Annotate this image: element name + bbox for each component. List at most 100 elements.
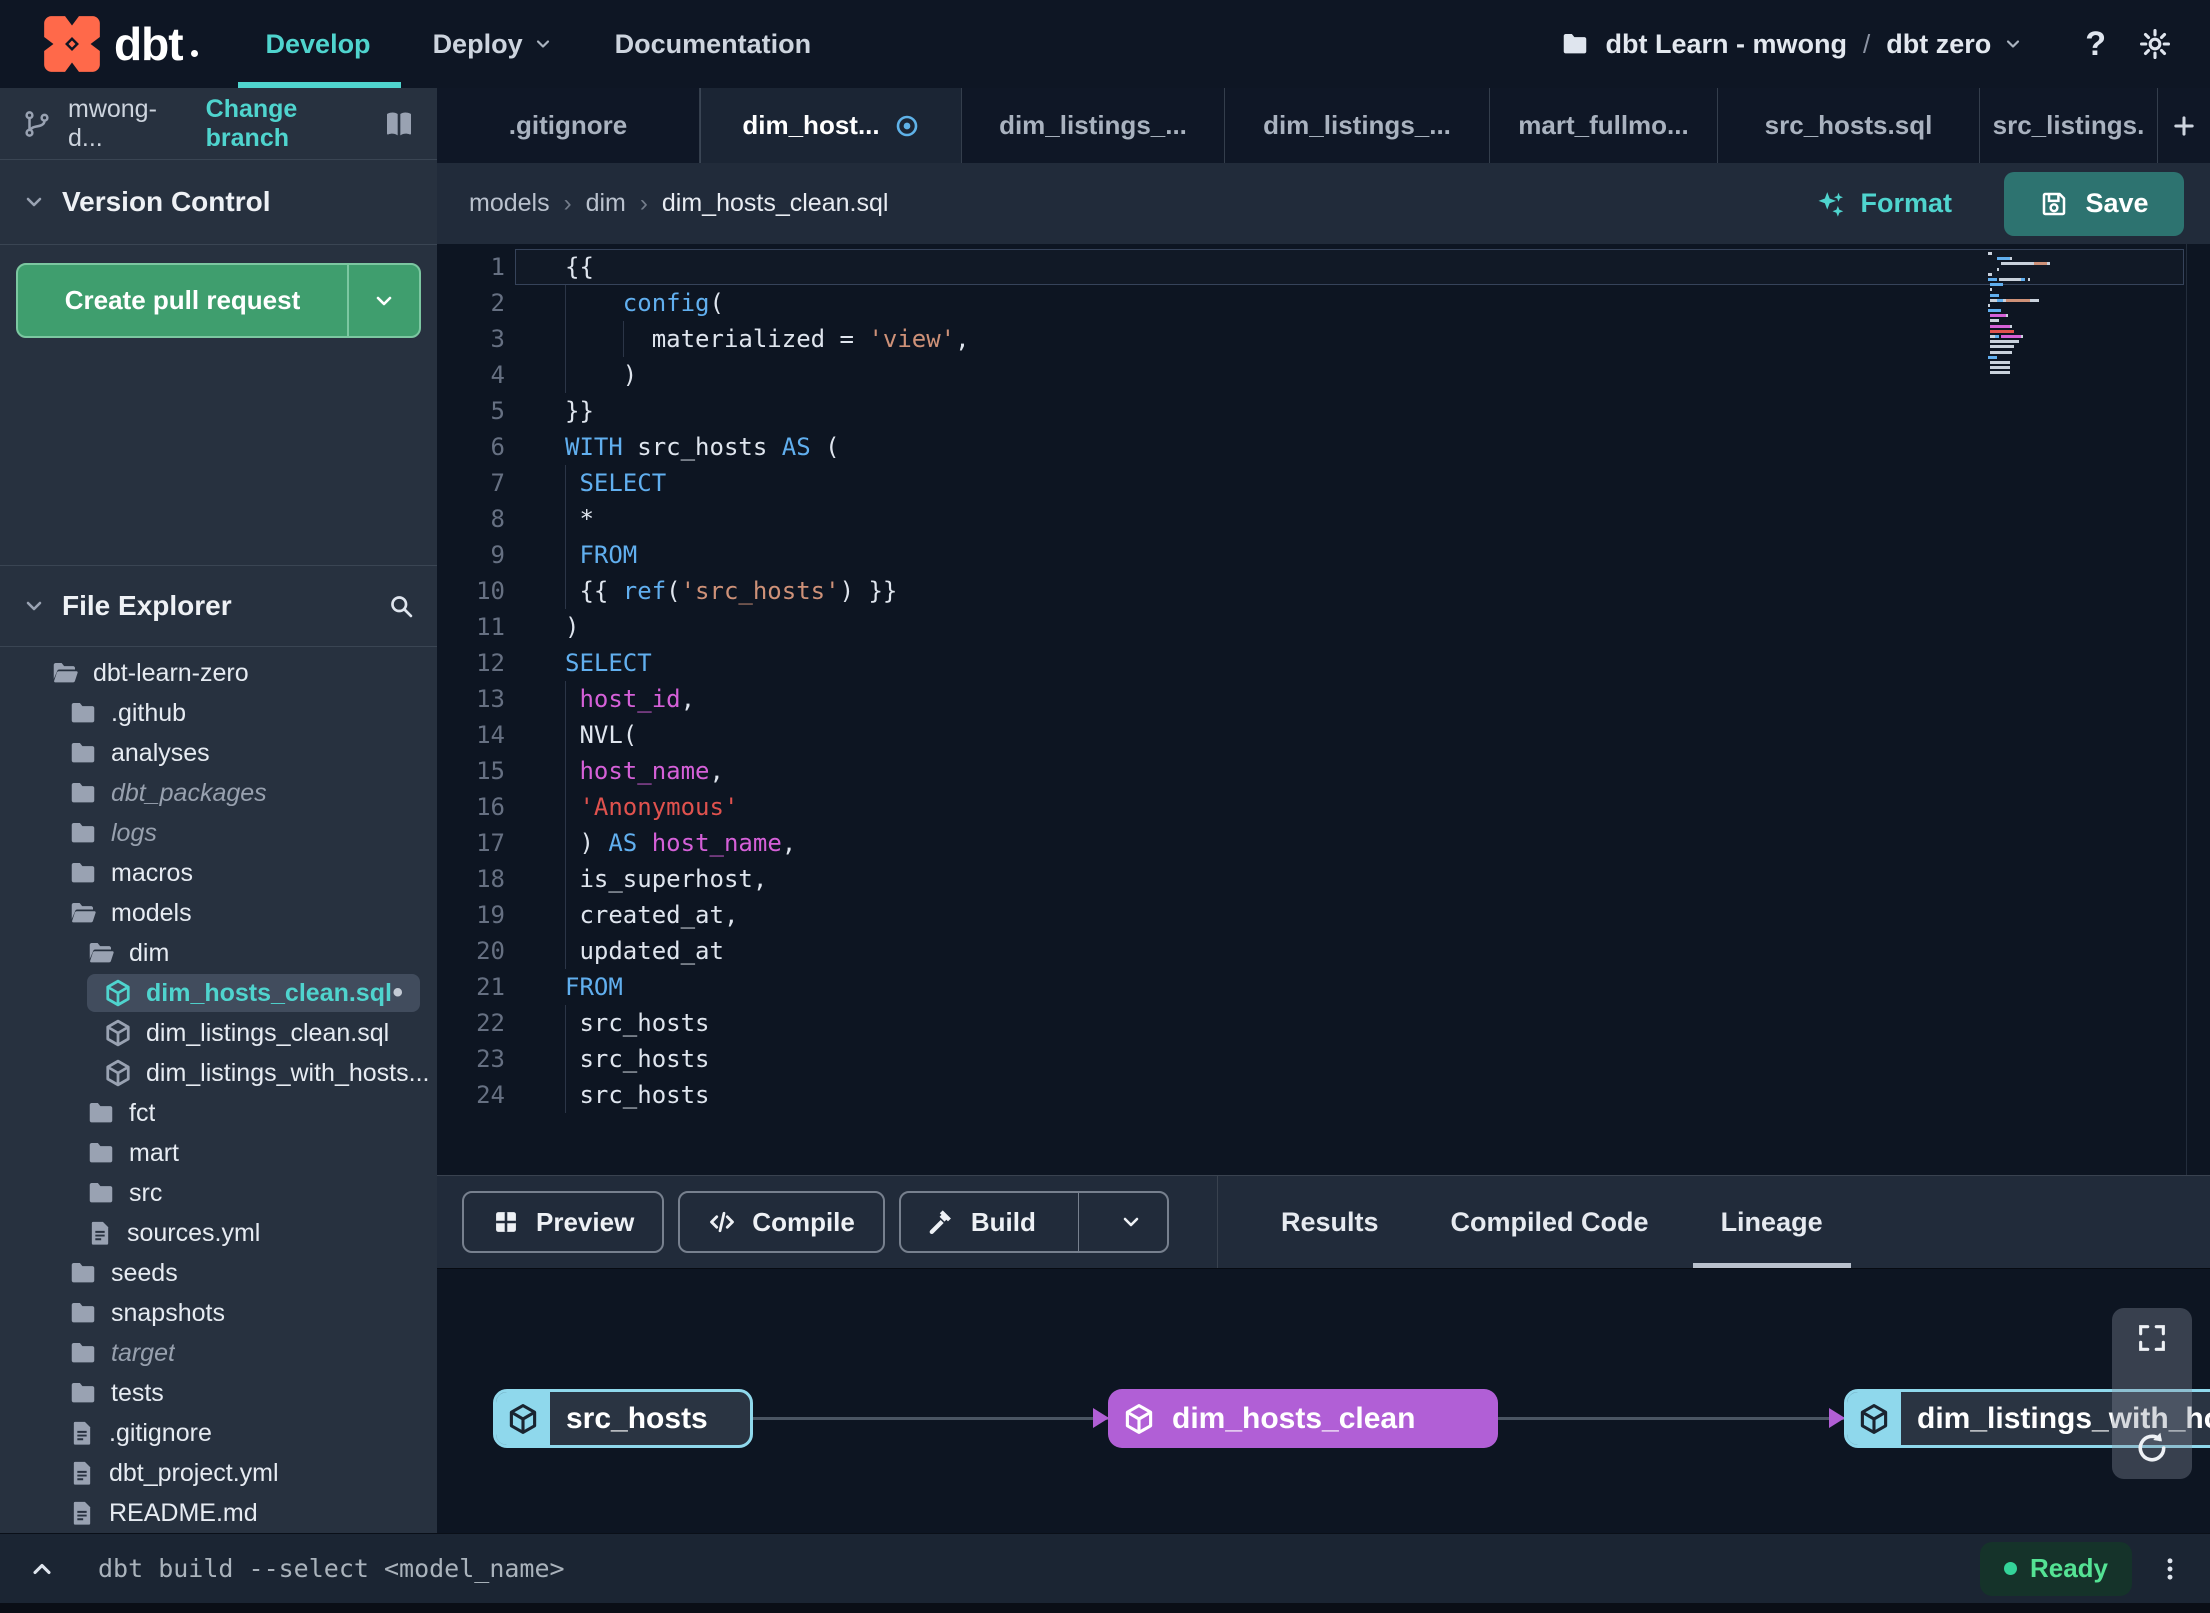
code-line-19[interactable]: 19 created_at,: [437, 897, 2210, 933]
file-explorer-header[interactable]: File Explorer: [0, 565, 437, 647]
minimap[interactable]: [1988, 252, 2050, 377]
change-branch-link[interactable]: Change branch: [206, 95, 367, 153]
tree-item-dbt-learn-zero[interactable]: dbt-learn-zero: [0, 653, 437, 693]
tree-item-readme-md[interactable]: README.md: [0, 1493, 437, 1533]
code-editor[interactable]: 1{{2 config(3 materialized = 'view', 4 ) 5…: [437, 244, 2210, 1175]
docs-book-icon[interactable]: [383, 108, 415, 140]
tree-item-analyses[interactable]: analyses: [0, 733, 437, 773]
save-button[interactable]: Save: [2004, 171, 2184, 236]
code-line-8[interactable]: 8 *: [437, 501, 2210, 537]
minimap-bar: [1988, 309, 2002, 313]
fullscreen-icon[interactable]: [2135, 1321, 2169, 1355]
preview-button[interactable]: Preview: [462, 1191, 665, 1253]
kebab-menu-icon[interactable]: [2156, 1555, 2184, 1583]
editor-tab-dim-host[interactable]: dim_host...: [700, 88, 962, 163]
version-control-header[interactable]: Version Control: [0, 160, 437, 245]
lineage-node-src-hosts[interactable]: src_hosts: [493, 1389, 753, 1448]
code-line-4[interactable]: 4 ): [437, 357, 2210, 393]
code-line-24[interactable]: 24 src_hosts: [437, 1077, 2210, 1113]
code-line-18[interactable]: 18 is_superhost,: [437, 861, 2210, 897]
help-button[interactable]: ?: [2085, 25, 2106, 64]
tree-item-snapshots[interactable]: snapshots: [0, 1293, 437, 1333]
breadcrumb-item-models[interactable]: models: [469, 189, 550, 218]
settings-gear-icon[interactable]: [2138, 27, 2172, 61]
tree-item-src[interactable]: src: [0, 1173, 437, 1213]
tree-item-dim[interactable]: dim: [0, 933, 437, 973]
tree-item-github[interactable]: .github: [0, 693, 437, 733]
code-line-15[interactable]: 15 host_name,: [437, 753, 2210, 789]
code-line-6[interactable]: 6 WITH src_hosts AS (: [437, 429, 2210, 465]
panel-tab-lineage[interactable]: Lineage: [1685, 1176, 1859, 1268]
code-line-23[interactable]: 23 src_hosts: [437, 1041, 2210, 1077]
dbt-logo[interactable]: dbt: [40, 15, 198, 73]
tree-item-macros[interactable]: macros: [0, 853, 437, 893]
code-line-16[interactable]: 16 'Anonymous': [437, 789, 2210, 825]
code-line-22[interactable]: 22 src_hosts: [437, 1005, 2210, 1041]
code-text: src_hosts: [505, 1077, 2210, 1113]
code-line-1[interactable]: 1 {{: [437, 249, 2210, 285]
code-line-2[interactable]: 2 config(: [437, 285, 2210, 321]
nav-item-deploy[interactable]: Deploy: [431, 0, 555, 88]
editor-tab-src-listings[interactable]: src_listings.: [1980, 88, 2158, 163]
line-number: 22: [476, 1009, 505, 1037]
pr-options-button[interactable]: [349, 265, 419, 336]
project-name[interactable]: dbt zero: [1886, 29, 1991, 60]
tree-item-models[interactable]: models: [0, 893, 437, 933]
new-tab-button[interactable]: [2158, 88, 2210, 163]
code-line-14[interactable]: 14 NVL(: [437, 717, 2210, 753]
build-options-button[interactable]: [1095, 1193, 1167, 1251]
tree-item-dim-hosts-clean-sql[interactable]: dim_hosts_clean.sql •: [0, 973, 437, 1013]
code-line-9[interactable]: 9 FROM: [437, 537, 2210, 573]
tree-item-dbt-project-yml[interactable]: dbt_project.yml: [0, 1453, 437, 1493]
tree-item-fct[interactable]: fct: [0, 1093, 437, 1133]
editor-tab-mart-fullmo[interactable]: mart_fullmo...: [1490, 88, 1718, 163]
minimap-bar: [2027, 277, 2030, 281]
editor-tab-dim-listings[interactable]: dim_listings_...: [1225, 88, 1490, 163]
code-line-10[interactable]: 10 {{ ref('src_hosts') }}: [437, 573, 2210, 609]
lineage-canvas[interactable]: src_hosts dim_hosts_clean dim_listings_wit…: [437, 1268, 2210, 1533]
tree-item-target[interactable]: target: [0, 1333, 437, 1373]
code-line-5[interactable]: 5}}: [437, 393, 2210, 429]
tree-item-sources-yml[interactable]: sources.yml: [0, 1213, 437, 1253]
edge-arrow-icon: [1093, 1408, 1109, 1428]
create-pull-request-button[interactable]: Create pull request: [18, 265, 347, 336]
code-line-21[interactable]: 21 FROM: [437, 969, 2210, 1005]
tree-item-dim-listings-with-hosts[interactable]: dim_listings_with_hosts...: [0, 1053, 437, 1093]
tree-item-mart[interactable]: mart: [0, 1133, 437, 1173]
code-line-13[interactable]: 13 host_id,: [437, 681, 2210, 717]
panel-tab-results[interactable]: Results: [1245, 1176, 1415, 1268]
tree-item-gitignore[interactable]: .gitignore: [0, 1413, 437, 1453]
lineage-node-dim-hosts-clean[interactable]: dim_hosts_clean: [1108, 1389, 1498, 1448]
breadcrumb-item-dim-hosts-clean-sql[interactable]: dim_hosts_clean.sql: [662, 189, 889, 218]
tree-item-tests[interactable]: tests: [0, 1373, 437, 1413]
code-line-12[interactable]: 12 SELECT: [437, 645, 2210, 681]
search-icon[interactable]: [387, 592, 415, 620]
project-chevron-icon[interactable]: [2003, 34, 2023, 54]
code-line-3[interactable]: 3 materialized = 'view',: [437, 321, 2210, 357]
editor-tab-dim-listings[interactable]: dim_listings_...: [962, 88, 1225, 163]
refresh-lineage-icon[interactable]: [2134, 1430, 2170, 1466]
breadcrumb-item-dim[interactable]: dim: [586, 189, 626, 218]
editor-scrollbar-track[interactable]: [2186, 244, 2187, 1175]
format-button[interactable]: Format: [1816, 188, 1952, 219]
tree-item-dim-listings-clean-sql[interactable]: dim_listings_clean.sql: [0, 1013, 437, 1053]
editor-tab-gitignore[interactable]: .gitignore: [437, 88, 700, 163]
tree-item-logs[interactable]: logs: [0, 813, 437, 853]
nav-item-develop[interactable]: Develop: [237, 0, 401, 88]
nav-item-documentation[interactable]: Documentation: [613, 0, 814, 88]
code-line-7[interactable]: 7 SELECT: [437, 465, 2210, 501]
tree-item-seeds[interactable]: seeds: [0, 1253, 437, 1293]
code-line-17[interactable]: 17 ) AS host_name,: [437, 825, 2210, 861]
account-name[interactable]: dbt Learn - mwong: [1606, 29, 1847, 60]
editor-tab-src-hosts-sql[interactable]: src_hosts.sql: [1718, 88, 1980, 163]
panel-tab-compiled-code[interactable]: Compiled Code: [1415, 1176, 1685, 1268]
minimap-line: [1988, 319, 2044, 323]
compile-button[interactable]: Compile: [678, 1191, 885, 1253]
code-line-20[interactable]: 20 updated_at: [437, 933, 2210, 969]
expand-console-icon[interactable]: [28, 1555, 56, 1583]
tree-item-dbt-packages[interactable]: dbt_packages: [0, 773, 437, 813]
build-button[interactable]: Build: [901, 1193, 1062, 1251]
code-line-11[interactable]: 11): [437, 609, 2210, 645]
code-pane[interactable]: 1{{2 config(3 materialized = 'view', 4 ) 5…: [437, 244, 2210, 1113]
